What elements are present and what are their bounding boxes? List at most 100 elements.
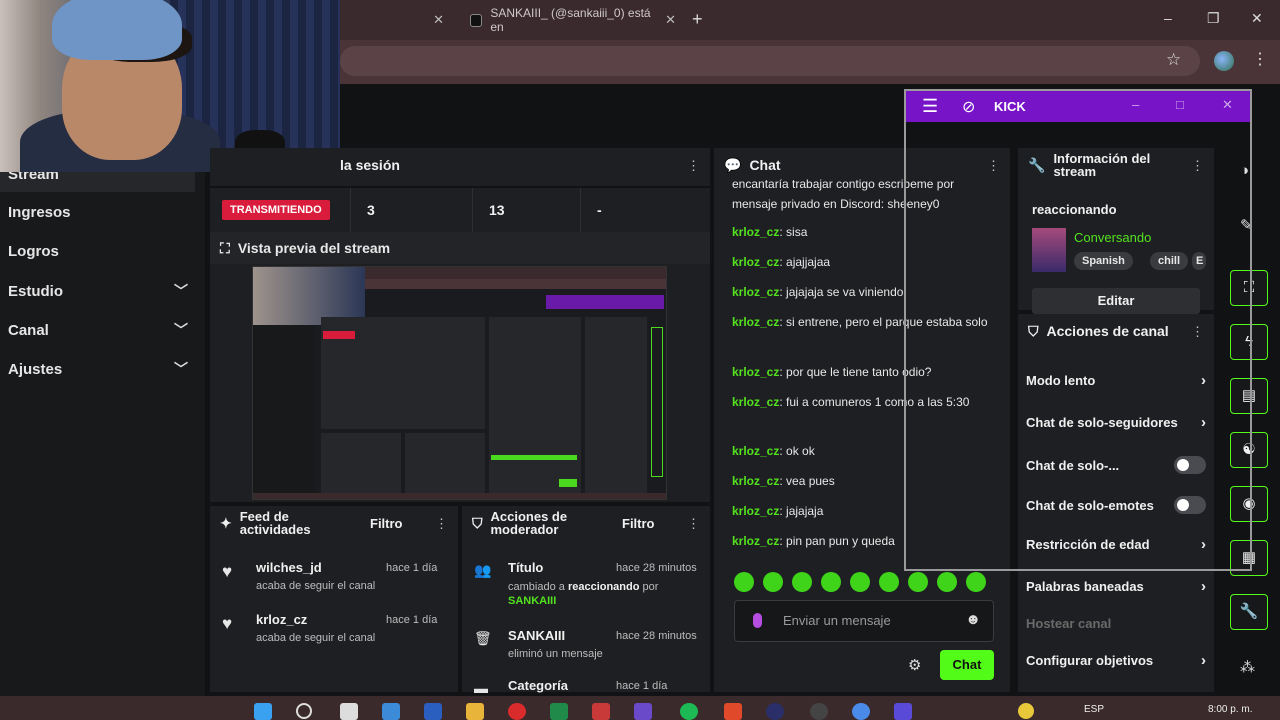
chat-text: pin pan pun y queda [786, 534, 895, 548]
send-chat-button[interactable]: Chat [940, 650, 994, 680]
chat-username[interactable]: krloz_cz [732, 285, 779, 299]
search-icon[interactable] [296, 703, 312, 719]
emoji-icon[interactable]: ☻ [965, 611, 981, 628]
minimize-button[interactable]: – [1132, 97, 1139, 112]
tab-close-icon[interactable]: ✕ [665, 12, 676, 28]
emote-icon[interactable] [937, 572, 957, 592]
more-icon[interactable]: ⋮ [1252, 49, 1268, 69]
star-icon[interactable]: ☆ [1166, 50, 1181, 70]
chevron-right-icon: › [1201, 652, 1206, 669]
more-icon[interactable]: ⋮ [435, 516, 448, 532]
kick-window-titlebar[interactable]: ☰ ⊘ KICK – □ ✕ [906, 91, 1250, 122]
app-icon[interactable] [592, 703, 610, 720]
mod-action-time: hace 28 minutos [616, 630, 697, 642]
wrench-icon[interactable]: 🔧 [1230, 594, 1268, 630]
preview-mod [405, 433, 485, 497]
app-icon[interactable] [766, 703, 784, 720]
close-window-button[interactable]: ✕ [1251, 10, 1263, 27]
sidebar-item-ajustes[interactable]: Ajustes ﹀ [8, 359, 188, 379]
settings-cluster-icon[interactable]: ⁂ [1240, 658, 1255, 676]
emote-icon[interactable] [734, 572, 754, 592]
chat-username[interactable]: krloz_cz [732, 395, 779, 409]
chat-icon: 💬 [724, 156, 742, 173]
more-icon[interactable]: ⋮ [687, 158, 700, 174]
obs-icon[interactable] [810, 703, 828, 720]
sidebar-item-label: Estudio [8, 282, 63, 300]
chrome-icon[interactable] [852, 703, 870, 720]
activity-feed-panel: ✦ Feed de actividades Filtro ⋮ ♥ wilches… [210, 506, 458, 692]
excel-icon[interactable] [550, 703, 568, 720]
chat-username[interactable]: krloz_cz [732, 474, 779, 488]
session-stats: TRANSMITIENDO 3 13 - [210, 188, 710, 232]
weather-icon[interactable] [1018, 703, 1034, 719]
emote-icon[interactable] [879, 572, 899, 592]
taskbar: ESP 8:00 p. m. [0, 696, 1280, 720]
mod-action-description: eliminó un mensaje [508, 648, 603, 660]
emote-icon[interactable] [821, 572, 841, 592]
new-tab-button[interactable]: + [692, 9, 703, 30]
emote-icon[interactable] [792, 572, 812, 592]
stream-preview[interactable] [252, 266, 667, 500]
feed-time: hace 1 día [386, 614, 438, 626]
clock[interactable]: 8:00 p. m. [1208, 704, 1252, 715]
emote-icon[interactable] [966, 572, 986, 592]
chat-input[interactable]: Enviar un mensaje ☻ [734, 600, 994, 642]
chat-username[interactable]: krloz_cz [732, 534, 779, 548]
sidebar-item-canal[interactable]: Canal ﹀ [8, 320, 188, 340]
hide-icon[interactable]: ⊘ [962, 97, 975, 117]
maximize-button[interactable]: ❐ [1207, 10, 1220, 27]
opera-icon[interactable] [508, 703, 526, 720]
menu-icon[interactable]: ☰ [922, 96, 938, 117]
mod-action-description: cambiado a reaccionando por SANKAIII [508, 580, 688, 608]
folder-icon[interactable] [466, 703, 484, 720]
banned-words-action[interactable]: Palabras baneadas › [1026, 578, 1206, 595]
sidebar-item-logros[interactable]: Logros [8, 243, 188, 260]
more-icon[interactable]: ⋮ [687, 516, 700, 532]
sidebar-item-ingresos[interactable]: Ingresos [8, 204, 188, 221]
chat-username[interactable]: krloz_cz [732, 444, 779, 458]
chat-username[interactable]: krloz_cz [732, 255, 779, 269]
feed-username[interactable]: wilches_jd [256, 560, 322, 575]
trash-icon: 🗑 [474, 630, 492, 646]
stat-value: - [597, 202, 602, 218]
chevron-down-icon: ﹀ [174, 322, 188, 338]
browser-tab-2[interactable]: SANKAIII_ (@sankaiii_0) está en ✕ [458, 0, 688, 40]
host-channel-action: Hostear canal [1026, 616, 1206, 631]
gear-icon[interactable]: ⚙ [908, 656, 921, 674]
chat-text: vea pues [786, 474, 835, 488]
emote-icon[interactable] [850, 572, 870, 592]
browser-tab-1[interactable]: ✕ [340, 0, 456, 40]
windows-start-icon[interactable] [254, 703, 272, 720]
app-icon[interactable] [894, 703, 912, 720]
emote-icon[interactable] [763, 572, 783, 592]
filter-button[interactable]: Filtro [622, 516, 655, 531]
filter-button[interactable]: Filtro [370, 516, 403, 531]
word-icon[interactable] [424, 703, 442, 720]
profile-globe-icon[interactable] [1214, 51, 1234, 71]
feed-username[interactable]: krloz_cz [256, 612, 307, 627]
spotify-icon[interactable] [680, 703, 698, 720]
emote-icon[interactable] [908, 572, 928, 592]
close-button[interactable]: ✕ [1222, 97, 1233, 113]
chat-username[interactable]: krloz_cz [732, 225, 779, 239]
app-icon[interactable] [634, 703, 652, 720]
mod-action-name: Título [508, 560, 544, 575]
maximize-button[interactable]: □ [1176, 97, 1184, 112]
chat-username[interactable]: krloz_cz [732, 504, 779, 518]
microphone-icon[interactable] [753, 613, 762, 628]
sidebar-item-estudio[interactable]: Estudio ﹀ [8, 281, 188, 301]
desc-user[interactable]: SANKAIII [508, 595, 556, 607]
chat-username[interactable]: krloz_cz [732, 365, 779, 379]
configure-goals-action[interactable]: Configurar objetivos › [1026, 652, 1206, 669]
session-panel-header: la sesión [210, 148, 710, 182]
edge-icon[interactable] [382, 703, 400, 720]
address-bar[interactable] [340, 46, 1200, 76]
tab-close-icon[interactable]: ✕ [433, 12, 444, 28]
kick-window-frame [904, 89, 1252, 571]
brave-icon[interactable] [724, 703, 742, 720]
minimize-button[interactable]: – [1164, 10, 1172, 26]
chat-username[interactable]: krloz_cz [732, 315, 779, 329]
sidebar-item-label: Ingresos [8, 204, 71, 221]
task-view-icon[interactable] [340, 703, 358, 720]
language-indicator[interactable]: ESP [1084, 704, 1104, 715]
